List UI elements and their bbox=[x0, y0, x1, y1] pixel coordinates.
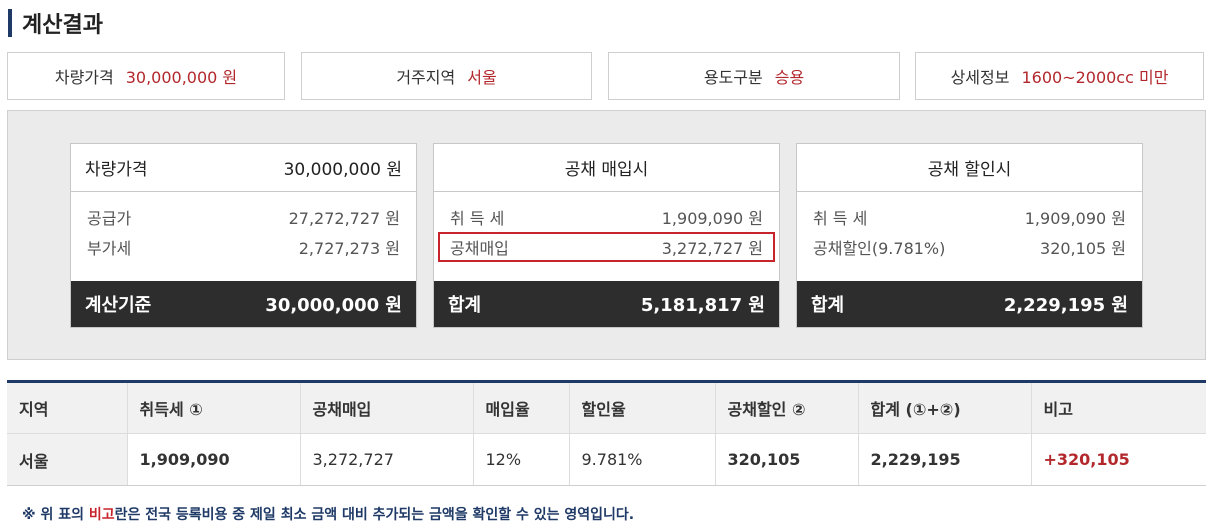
card-row-bond-purchase-highlighted: 공채매입 3,272,727 원 bbox=[438, 232, 775, 262]
page-title: 계산결과 bbox=[8, 8, 103, 38]
summary-label: 거주지역 bbox=[396, 68, 456, 87]
card-header: 공채 매입시 bbox=[434, 144, 779, 192]
card-header-label: 공채 할인시 bbox=[927, 160, 1012, 180]
card-footer: 합계 2,229,195 원 bbox=[797, 281, 1142, 327]
card-footer-value: 5,181,817 원 bbox=[640, 295, 765, 316]
card-body: 취 득 세 1,909,090 원 공채매입 3,272,727 원 bbox=[434, 192, 779, 282]
col-header-remarks: 비고 bbox=[1031, 381, 1206, 434]
card-header-value: 30,000,000 원 bbox=[283, 160, 402, 180]
table-header-row: 지역 취득세 ① 공채매입 매입율 할인율 공채할인 ② 합계 (①+②) 비고 bbox=[7, 381, 1206, 434]
summary-value: 승용 bbox=[774, 68, 805, 87]
cell-total: 2,229,195 bbox=[858, 433, 1032, 486]
card-row-acquisition-tax: 취 득 세 1,909,090 원 bbox=[811, 202, 1128, 232]
card-bond-discount: 공채 할인시 취 득 세 1,909,090 원 공채할인(9.781%) 32… bbox=[796, 143, 1143, 328]
cell-purchase-rate: 12% bbox=[473, 433, 570, 486]
footnote: ※ 위 표의 비고란은 전국 등록비용 중 제일 최소 금액 대비 추가되는 금… bbox=[22, 504, 634, 524]
summary-value: 1600~2000cc 미만 bbox=[1021, 68, 1169, 87]
card-row-supply: 공급가 27,272,727 원 bbox=[85, 202, 402, 232]
col-header-bond-purchase: 공채매입 bbox=[300, 381, 474, 434]
row-value: 1,909,090 원 bbox=[661, 209, 763, 228]
row-value: 27,272,727 원 bbox=[288, 209, 400, 228]
card-footer-value: 30,000,000 원 bbox=[265, 295, 402, 316]
card-body: 공급가 27,272,727 원 부가세 2,727,273 원 bbox=[71, 192, 416, 282]
card-footer-label: 합계 bbox=[448, 295, 482, 316]
card-row-vat: 부가세 2,727,273 원 bbox=[85, 232, 402, 262]
cell-bond-purchase: 3,272,727 bbox=[300, 433, 474, 486]
result-panel: 차량가격 30,000,000 원 공급가 27,272,727 원 부가세 2… bbox=[7, 110, 1206, 360]
col-header-acquisition-tax: 취득세 ① bbox=[127, 381, 301, 434]
row-label: 공채할인(9.781%) bbox=[813, 239, 946, 258]
row-label: 공급가 bbox=[87, 209, 132, 228]
row-label: 취 득 세 bbox=[450, 209, 505, 228]
summary-vehicle-price: 차량가격 30,000,000 원 bbox=[7, 52, 285, 100]
cell-bond-discount: 320,105 bbox=[715, 433, 859, 486]
row-label: 공채매입 bbox=[450, 239, 509, 258]
summary-label: 상세정보 bbox=[950, 68, 1010, 87]
cell-discount-rate: 9.781% bbox=[569, 433, 716, 486]
table-row: 서울 1,909,090 3,272,727 12% 9.781% 320,10… bbox=[7, 433, 1206, 486]
card-footer: 계산기준 30,000,000 원 bbox=[71, 281, 416, 327]
footnote-suffix: 란은 전국 등록비용 중 제일 최소 금액 대비 추가되는 금액을 확인할 수 … bbox=[114, 507, 635, 523]
card-vehicle-price: 차량가격 30,000,000 원 공급가 27,272,727 원 부가세 2… bbox=[70, 143, 417, 328]
region-comparison-table: 지역 취득세 ① 공채매입 매입율 할인율 공채할인 ② 합계 (①+②) 비고… bbox=[7, 380, 1206, 486]
row-value: 2,727,273 원 bbox=[298, 239, 400, 258]
summary-label: 차량가격 bbox=[54, 68, 114, 87]
row-value: 3,272,727 원 bbox=[661, 239, 763, 258]
card-header-label: 공채 매입시 bbox=[564, 160, 649, 180]
row-value: 1,909,090 원 bbox=[1024, 209, 1126, 228]
cell-acquisition-tax: 1,909,090 bbox=[127, 433, 301, 486]
summary-value: 서울 bbox=[467, 68, 497, 87]
summary-detail: 상세정보 1600~2000cc 미만 bbox=[915, 52, 1204, 100]
summary-usage: 용도구분 승용 bbox=[608, 52, 900, 100]
col-header-bond-discount: 공채할인 ② bbox=[715, 381, 859, 434]
cell-region: 서울 bbox=[7, 433, 128, 486]
card-footer-label: 합계 bbox=[811, 295, 845, 316]
row-label: 부가세 bbox=[87, 239, 132, 258]
summary-value: 30,000,000 원 bbox=[125, 68, 238, 87]
col-header-total: 합계 (①+②) bbox=[858, 381, 1032, 434]
card-header: 차량가격 30,000,000 원 bbox=[71, 144, 416, 192]
row-value: 320,105 원 bbox=[1040, 239, 1126, 258]
card-header: 공채 할인시 bbox=[797, 144, 1142, 192]
col-header-discount-rate: 할인율 bbox=[569, 381, 716, 434]
card-row-bond-discount: 공채할인(9.781%) 320,105 원 bbox=[811, 232, 1128, 262]
footnote-prefix: ※ 위 표의 bbox=[22, 507, 89, 523]
summary-bar: 차량가격 30,000,000 원 거주지역 서울 용도구분 승용 상세정보 1… bbox=[7, 52, 1204, 100]
row-label: 취 득 세 bbox=[813, 209, 868, 228]
card-footer-label: 계산기준 bbox=[85, 295, 152, 316]
summary-label: 용도구분 bbox=[703, 68, 763, 87]
summary-region: 거주지역 서울 bbox=[301, 52, 592, 100]
card-footer: 합계 5,181,817 원 bbox=[434, 281, 779, 327]
card-header-label: 차량가격 bbox=[85, 160, 148, 180]
card-body: 취 득 세 1,909,090 원 공채할인(9.781%) 320,105 원 bbox=[797, 192, 1142, 282]
col-header-purchase-rate: 매입율 bbox=[473, 381, 570, 434]
card-bond-purchase: 공채 매입시 취 득 세 1,909,090 원 공채매입 3,272,727 … bbox=[433, 143, 780, 328]
footnote-highlight: 비고 bbox=[88, 507, 115, 523]
card-footer-value: 2,229,195 원 bbox=[1003, 295, 1128, 316]
page-title-text: 계산결과 bbox=[22, 13, 103, 38]
title-accent-bar bbox=[8, 9, 12, 37]
col-header-region: 지역 bbox=[7, 381, 128, 434]
cell-remarks: +320,105 bbox=[1031, 433, 1206, 486]
card-row-acquisition-tax: 취 득 세 1,909,090 원 bbox=[448, 202, 765, 232]
